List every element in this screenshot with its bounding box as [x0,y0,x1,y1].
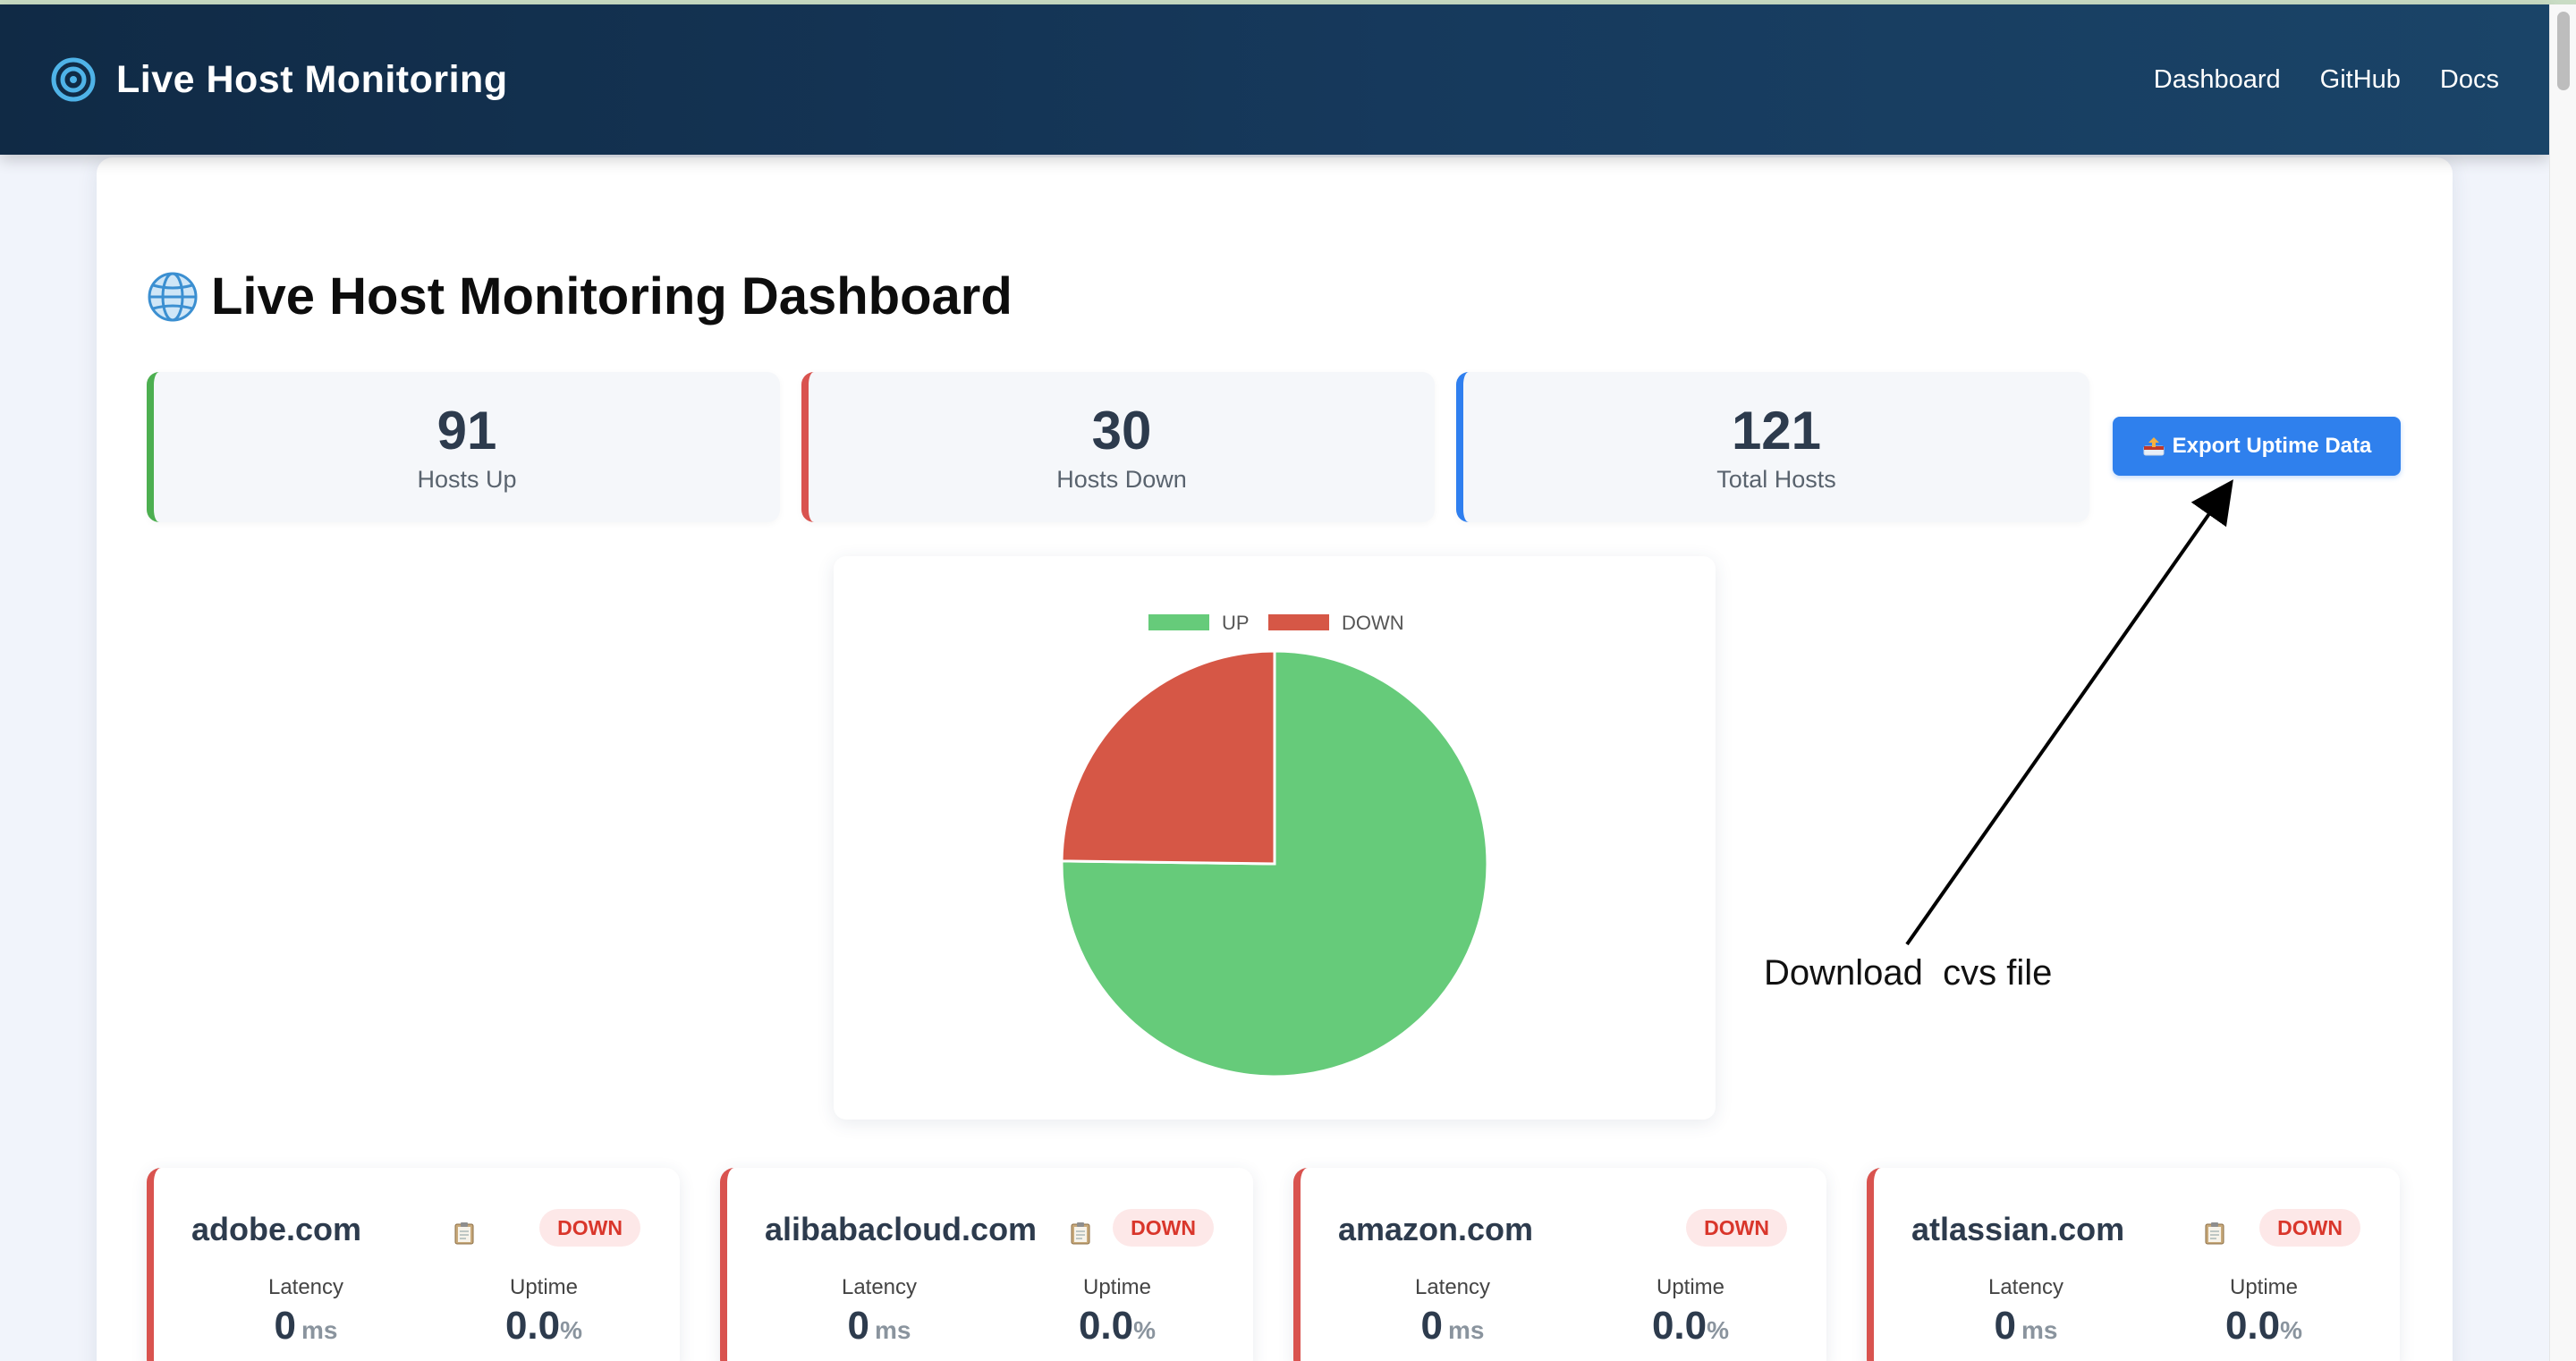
status-badge: DOWN [2259,1209,2360,1247]
latency-unit: ms [1448,1316,1485,1344]
stat-value: 91 [436,400,497,461]
latency-number: 0 [1994,1304,2016,1348]
stat-value: 30 [1091,400,1152,461]
clipboard-icon[interactable] [454,1222,474,1245]
latency-number: 0 [847,1304,869,1348]
stat-card-hosts-down: 30 Hosts Down [801,372,1435,522]
uptime-number: 0.0 [504,1304,561,1348]
stat-label: Total Hosts [1716,465,1836,493]
stat-card-hosts-up: 91 Hosts Up [147,372,780,522]
latency-value: 0 ms [1936,1304,2115,1348]
host-card[interactable]: atlassian.com DOWN Latency 0 ms Uptime 0.0% [1867,1168,2400,1361]
latency-number: 0 [274,1304,296,1348]
page-title: Live Host Monitoring Dashboard [147,266,1013,326]
main-nav: Dashboard GitHub Docs [2154,65,2499,95]
host-name: amazon.com [1338,1211,1534,1247]
status-chart-card: UP DOWN [834,556,1716,1120]
host-card[interactable]: amazon.com DOWN Latency 0 ms Uptime 0.0% [1293,1168,1826,1361]
nav-docs-link[interactable]: Docs [2440,65,2499,95]
export-button-label: Export Uptime Data [2172,434,2372,458]
latency-label: Latency [267,1275,344,1299]
stat-label: Hosts Up [417,465,517,493]
status-badge: DOWN [1686,1209,1787,1247]
vertical-scrollbar[interactable] [2549,4,2576,1361]
clipboard-icon[interactable] [2205,1222,2224,1245]
scrollbar-thumb[interactable] [2557,12,2570,90]
uptime-unit: % [560,1316,583,1344]
globe-icon [148,272,198,321]
annotation-label: Download cvs file [1764,953,2053,993]
latency-value: 0 ms [1363,1304,1542,1348]
host-name: atlassian.com [1911,1211,2125,1247]
brand[interactable]: Live Host Monitoring [50,56,508,103]
legend-swatch-down[interactable] [1268,614,1329,630]
uptime-label: Uptime [1656,1275,1725,1299]
top-navbar: Live Host Monitoring Dashboard GitHub Do… [0,4,2549,155]
latency-value: 0 ms [790,1304,969,1348]
latency-label: Latency [1987,1275,2064,1299]
legend-label-down[interactable]: DOWN [1342,612,1404,634]
status-badge: DOWN [1113,1209,1214,1247]
stat-value: 121 [1731,400,1822,461]
uptime-unit: % [2280,1316,2303,1344]
latency-value: 0 ms [216,1304,395,1348]
host-card[interactable]: alibabacloud.com DOWN Latency 0 ms Uptime 0.0% [720,1168,1253,1361]
outbox-tray-icon [2143,437,2165,456]
uptime-value: 0.0% [1028,1304,1207,1348]
status-pie-chart: UP DOWN [1060,612,1489,1078]
target-icon [51,57,96,102]
nav-dashboard-link[interactable]: Dashboard [2154,65,2281,95]
uptime-number: 0.0 [2224,1304,2281,1348]
latency-number: 0 [1420,1304,1443,1348]
legend-label-up[interactable]: UP [1222,612,1250,634]
latency-label: Latency [1414,1275,1491,1299]
stat-card-total-hosts: 121 Total Hosts [1456,372,2089,522]
uptime-value: 0.0% [1601,1304,1780,1348]
uptime-value: 0.0% [454,1304,633,1348]
status-badge: DOWN [539,1209,640,1247]
uptime-label: Uptime [1082,1275,1152,1299]
host-name: alibabacloud.com [765,1211,1038,1247]
app-title: Live Host Monitoring [116,57,508,101]
latency-unit: ms [301,1316,338,1344]
page-title-text: Live Host Monitoring Dashboard [211,267,1013,325]
latency-unit: ms [875,1316,911,1344]
nav-github-link[interactable]: GitHub [2320,65,2401,95]
uptime-unit: % [1707,1316,1730,1344]
host-name: adobe.com [191,1211,362,1247]
legend-swatch-up[interactable] [1148,614,1209,630]
latency-label: Latency [841,1275,918,1299]
uptime-label: Uptime [509,1275,579,1299]
host-card[interactable]: adobe.com DOWN Latency 0 ms Uptime 0.0% [147,1168,680,1361]
stat-label: Hosts Down [1056,465,1187,493]
uptime-label: Uptime [2229,1275,2299,1299]
latency-unit: ms [2021,1316,2058,1344]
uptime-unit: % [1133,1316,1157,1344]
uptime-number: 0.0 [1078,1304,1134,1348]
uptime-value: 0.0% [2174,1304,2353,1348]
export-uptime-button[interactable]: Export Uptime Data [2113,417,2401,476]
uptime-number: 0.0 [1651,1304,1707,1348]
pie-slice-down[interactable] [1060,649,1276,866]
clipboard-icon[interactable] [1071,1222,1090,1245]
